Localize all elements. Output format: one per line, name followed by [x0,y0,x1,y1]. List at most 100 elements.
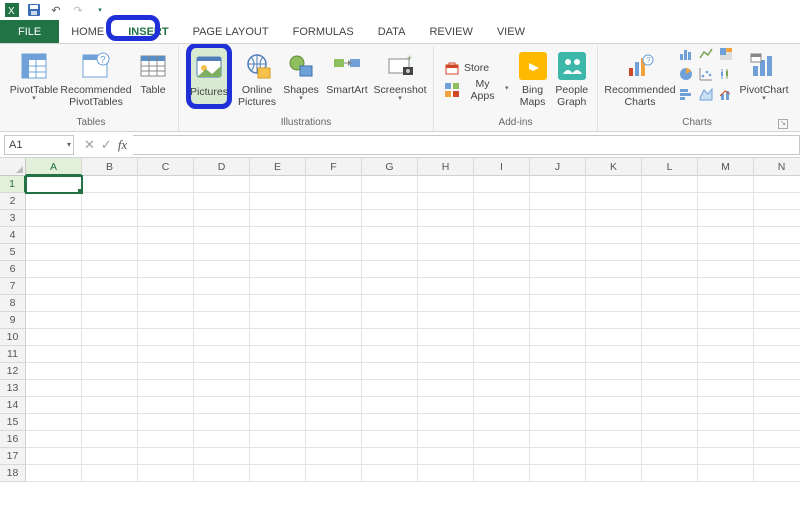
cell[interactable] [306,448,362,465]
cell[interactable] [306,227,362,244]
cell[interactable] [698,278,754,295]
column-header[interactable]: F [306,158,362,176]
cell[interactable] [82,329,138,346]
dropdown-icon[interactable]: ▾ [67,140,71,149]
cell[interactable] [754,431,800,448]
cell[interactable] [362,363,418,380]
tab-review[interactable]: REVIEW [417,20,484,43]
cell[interactable] [250,431,306,448]
cell[interactable] [642,176,698,193]
column-header[interactable]: B [82,158,138,176]
cell[interactable] [586,278,642,295]
cell[interactable] [642,312,698,329]
spreadsheet-grid[interactable]: ABCDEFGHIJKLMN12345678910111213141516171… [0,158,800,482]
cell[interactable] [138,261,194,278]
row-header[interactable]: 16 [0,431,26,448]
cell[interactable] [362,261,418,278]
cell[interactable] [698,448,754,465]
column-chart-icon[interactable] [678,46,694,62]
cell[interactable] [586,397,642,414]
cell[interactable] [250,244,306,261]
cell[interactable] [362,431,418,448]
cell[interactable] [82,278,138,295]
tab-file[interactable]: FILE [0,20,59,43]
dialog-launcher-icon[interactable]: ↘ [778,119,788,129]
cell[interactable] [250,329,306,346]
column-header[interactable]: K [586,158,642,176]
cell[interactable] [474,363,530,380]
cell[interactable] [82,346,138,363]
cell[interactable] [698,261,754,278]
cell[interactable] [250,448,306,465]
cell[interactable] [474,227,530,244]
cell[interactable] [530,227,586,244]
cell[interactable] [586,346,642,363]
cell[interactable] [530,380,586,397]
cell[interactable] [362,465,418,482]
cell[interactable] [418,295,474,312]
cell[interactable] [698,397,754,414]
cell[interactable] [642,193,698,210]
cell[interactable] [138,346,194,363]
pivotchart-button[interactable]: PivotChart ▾ [738,46,790,112]
row-header[interactable]: 18 [0,465,26,482]
cell[interactable] [586,210,642,227]
cell[interactable] [26,312,82,329]
cell[interactable] [138,210,194,227]
cell[interactable] [642,465,698,482]
cell[interactable] [250,397,306,414]
cell[interactable] [586,380,642,397]
cell[interactable] [26,380,82,397]
cell[interactable] [26,244,82,261]
cell[interactable] [306,363,362,380]
cell[interactable] [26,210,82,227]
tab-data[interactable]: DATA [366,20,418,43]
cell[interactable] [362,312,418,329]
insert-function-icon[interactable]: fx [118,137,127,153]
cell[interactable] [306,176,362,193]
cell[interactable] [82,431,138,448]
cell[interactable] [362,295,418,312]
cell[interactable] [642,431,698,448]
cell[interactable] [698,414,754,431]
cell[interactable] [754,278,800,295]
cell[interactable] [26,295,82,312]
cell[interactable] [586,295,642,312]
cell[interactable] [754,176,800,193]
cell[interactable] [250,295,306,312]
cell[interactable] [474,176,530,193]
cell[interactable] [362,397,418,414]
screenshot-button[interactable]: + Screenshot ▾ [373,46,427,112]
cell[interactable] [530,278,586,295]
cell[interactable] [194,329,250,346]
cell[interactable] [698,227,754,244]
cell[interactable] [530,363,586,380]
cell[interactable] [586,244,642,261]
online-pictures-button[interactable]: Online Pictures [235,46,279,112]
column-header[interactable]: H [418,158,474,176]
column-header[interactable]: J [530,158,586,176]
cell[interactable] [418,346,474,363]
row-header[interactable]: 8 [0,295,26,312]
cell[interactable] [194,346,250,363]
cell[interactable] [642,295,698,312]
cell[interactable] [754,465,800,482]
cell[interactable] [474,261,530,278]
cell[interactable] [698,465,754,482]
cell[interactable] [138,397,194,414]
cell[interactable] [138,227,194,244]
cell[interactable] [138,193,194,210]
hierarchy-chart-icon[interactable] [718,46,734,62]
cell[interactable] [530,448,586,465]
cell[interactable] [698,346,754,363]
cell[interactable] [418,431,474,448]
cell[interactable] [474,210,530,227]
cell[interactable] [418,448,474,465]
cell[interactable] [642,414,698,431]
cell[interactable] [26,363,82,380]
cell[interactable] [362,227,418,244]
cell[interactable] [474,380,530,397]
cell[interactable] [82,193,138,210]
cell[interactable] [306,414,362,431]
cell[interactable] [530,312,586,329]
